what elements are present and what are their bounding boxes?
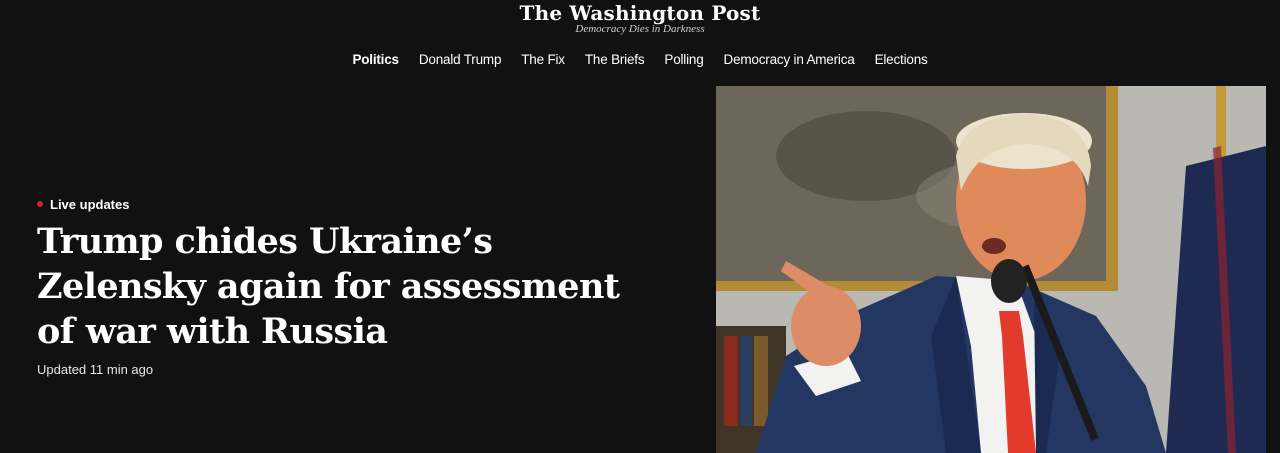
nav-item-democracy-in-america[interactable]: Democracy in America xyxy=(724,51,855,69)
kicker-label: Live updates xyxy=(50,196,130,212)
nav-item-the-briefs[interactable]: The Briefs xyxy=(585,51,645,69)
lead-story: Live updates Trump chides Ukraine’s Zele… xyxy=(37,194,677,377)
site-tagline: Democracy Dies in Darkness xyxy=(575,23,705,35)
section-nav: Politics Donald Trump The Fix The Briefs… xyxy=(0,50,1280,70)
live-dot-icon xyxy=(37,201,43,207)
nav-item-donald-trump[interactable]: Donald Trump xyxy=(419,51,502,69)
nav-item-elections[interactable]: Elections xyxy=(875,51,928,69)
story-photo[interactable] xyxy=(716,86,1266,453)
photo-illustration xyxy=(716,86,1266,453)
masthead: The Washington Post Democracy Dies in Da… xyxy=(0,0,1280,40)
story-headline[interactable]: Trump chides Ukraine’s Zelensky again fo… xyxy=(37,219,637,354)
nav-item-the-fix[interactable]: The Fix xyxy=(521,51,565,69)
nav-item-politics[interactable]: Politics xyxy=(352,51,399,69)
story-timestamp: Updated 11 min ago xyxy=(37,362,154,377)
nav-item-polling[interactable]: Polling xyxy=(664,51,703,69)
live-updates-kicker[interactable]: Live updates xyxy=(37,194,677,214)
